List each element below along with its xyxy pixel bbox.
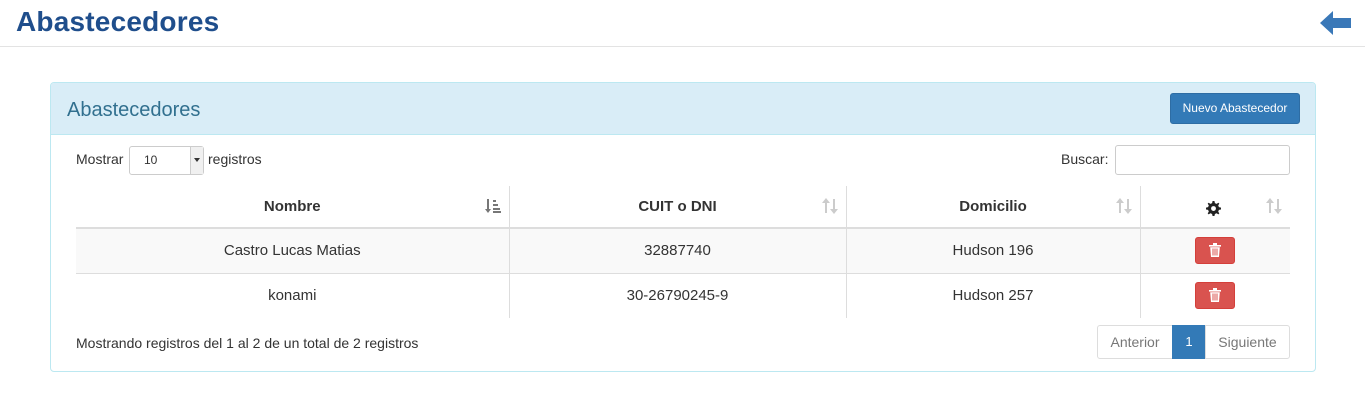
cell-actions (1140, 227, 1290, 273)
page-title: Abastecedores (16, 6, 220, 37)
column-header-cuit[interactable]: CUIT o DNI (509, 186, 847, 229)
suppliers-panel: Abastecedores Nuevo Abastecedor Mostrar … (50, 82, 1316, 372)
show-label: Mostrar (76, 151, 124, 167)
cell-domicilio: Hudson 257 (846, 272, 1141, 318)
trash-icon (1209, 288, 1222, 303)
next-page-button[interactable]: Siguiente (1205, 325, 1290, 359)
cell-cuit: 32887740 (509, 227, 847, 273)
column-header-domicilio[interactable]: Domicilio (846, 186, 1141, 229)
cell-cuit: 30-26790245-9 (509, 272, 847, 318)
suppliers-table: Nombre CUIT o DNI Domicilio Castro Lucas… (76, 186, 1290, 318)
delete-button[interactable] (1195, 282, 1236, 310)
column-header-actions[interactable] (1140, 186, 1290, 229)
cell-domicilio: Hudson 196 (846, 227, 1141, 273)
column-label: CUIT o DNI (638, 198, 717, 215)
new-supplier-button[interactable]: Nuevo Abastecedor (1170, 93, 1300, 124)
trash-icon (1209, 243, 1222, 258)
arrow-left-icon[interactable] (1320, 10, 1352, 36)
chevron-down-icon (190, 147, 203, 174)
panel-heading: Abastecedores Nuevo Abastecedor (51, 83, 1315, 135)
panel-title: Abastecedores (67, 99, 201, 121)
pagination: Anterior 1 Siguiente (1097, 325, 1290, 359)
page-length-select[interactable]: 10 (129, 146, 204, 175)
previous-page-button[interactable]: Anterior (1097, 325, 1173, 359)
sort-ascending-icon (484, 199, 501, 213)
sort-both-icon (821, 198, 838, 214)
page-1-button[interactable]: 1 (1172, 325, 1206, 359)
table-row: konami 30-26790245-9 Hudson 257 (76, 272, 1290, 318)
table-row: Castro Lucas Matias 32887740 Hudson 196 (76, 227, 1290, 273)
sort-both-icon (1266, 198, 1282, 214)
page-length-value: 10 (144, 153, 158, 167)
search-label: Buscar: (1061, 151, 1109, 167)
search-input[interactable] (1115, 145, 1290, 175)
column-label: Nombre (263, 198, 321, 215)
cell-actions (1140, 272, 1290, 318)
table-info: Mostrando registros del 1 al 2 de un tot… (76, 335, 419, 351)
top-bar: Abastecedores (0, 0, 1365, 47)
gear-icon (1205, 201, 1221, 216)
column-label: Domicilio (959, 198, 1027, 215)
sort-both-icon (1115, 198, 1132, 214)
column-header-nombre[interactable]: Nombre (76, 186, 510, 229)
table-header-row: Nombre CUIT o DNI Domicilio (76, 186, 1290, 229)
delete-button[interactable] (1195, 237, 1236, 265)
records-label: registros (208, 151, 262, 167)
cell-nombre: Castro Lucas Matias (76, 227, 510, 273)
cell-nombre: konami (76, 272, 510, 318)
